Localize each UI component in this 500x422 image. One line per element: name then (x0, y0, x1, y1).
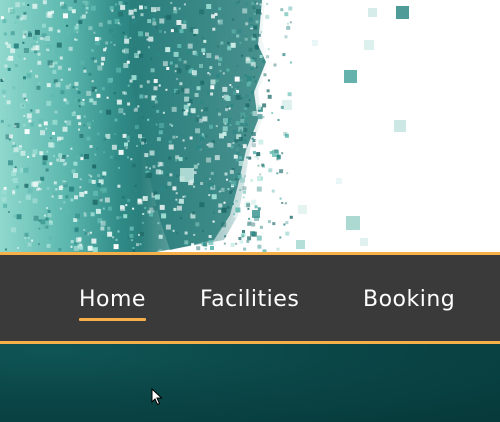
nav-item-home-label: Home (79, 287, 146, 312)
content-section (0, 344, 500, 422)
hero-map-image (0, 0, 500, 253)
nav-item-facilities[interactable]: Facilities (200, 287, 299, 313)
hero-banner (0, 0, 500, 253)
page: Home Facilities Booking (0, 0, 500, 422)
main-navigation: Home Facilities Booking (0, 252, 500, 344)
active-indicator (79, 318, 146, 321)
arrow-pointer-icon (151, 388, 163, 406)
nav-item-facilities-label: Facilities (200, 287, 300, 312)
nav-item-booking[interactable]: Booking (363, 287, 455, 313)
nav-item-booking-label: Booking (363, 287, 456, 312)
nav-item-home[interactable]: Home (79, 287, 146, 321)
